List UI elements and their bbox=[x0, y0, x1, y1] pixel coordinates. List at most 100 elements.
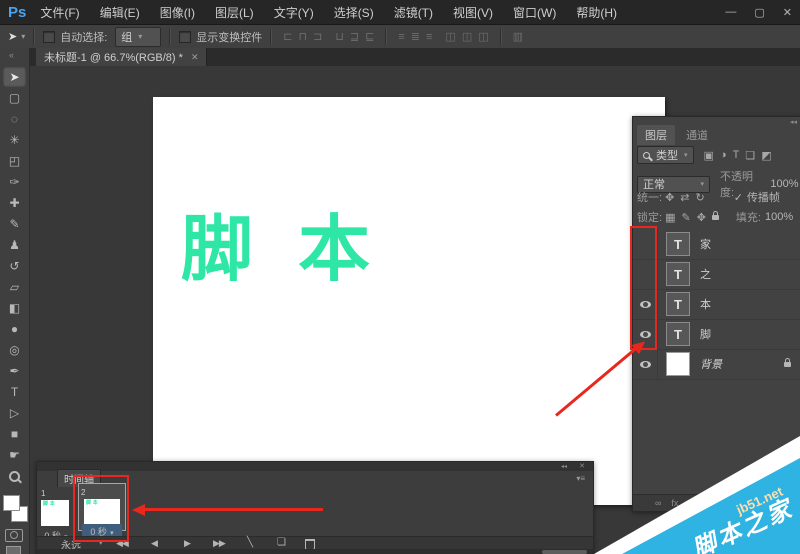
auto-select-checkbox[interactable] bbox=[43, 31, 55, 43]
screen-mode-button[interactable] bbox=[6, 546, 21, 554]
canvas-document[interactable]: 脚 本 bbox=[153, 97, 665, 505]
document-close-icon[interactable]: ✕ bbox=[191, 52, 199, 63]
tab-layers[interactable]: 图层 bbox=[637, 125, 675, 145]
show-transform-checkbox[interactable] bbox=[179, 31, 191, 43]
play-button[interactable]: ▶ bbox=[184, 538, 190, 549]
next-frame-button[interactable]: ▶▶ bbox=[213, 538, 225, 549]
show-transform-label: 显示变换控件 bbox=[196, 29, 262, 45]
fill-value[interactable]: 100% bbox=[765, 211, 793, 223]
lock-transparent-icon[interactable]: ▦ bbox=[665, 211, 675, 224]
menu-type[interactable]: 文字(Y) bbox=[274, 4, 314, 21]
text-layer-thumbnail[interactable]: T bbox=[666, 262, 690, 286]
propagate-frames-label: 传播帧 bbox=[747, 189, 780, 205]
layer-row-jia[interactable]: T 家 bbox=[633, 229, 800, 260]
quick-selection-tool[interactable]: ✳ bbox=[3, 130, 26, 150]
dodge-tool[interactable]: ◎ bbox=[3, 340, 26, 360]
options-bar: ➤ ▾ 自动选择: 组 ▾ 显示变换控件 ⊏ ⊓ ⊐ ⊔ ⊒ ⊑ ≡ ≣ ≡ ◫… bbox=[0, 25, 800, 49]
layer-row-zhi[interactable]: T 之 bbox=[633, 259, 800, 290]
menu-help[interactable]: 帮助(H) bbox=[576, 4, 617, 21]
path-selection-tool[interactable]: ▷ bbox=[3, 403, 26, 423]
filter-type-layers-icon[interactable]: T bbox=[733, 149, 740, 161]
tool-preset-arrow-icon[interactable]: ▾ bbox=[21, 32, 25, 41]
filter-smart-objects-icon[interactable]: ◩ bbox=[761, 149, 771, 162]
menu-image[interactable]: 图像(I) bbox=[160, 4, 195, 21]
chevron-down-icon: ▾ bbox=[138, 32, 142, 41]
menu-layer[interactable]: 图层(L) bbox=[215, 4, 254, 21]
fill-label: 填充: bbox=[736, 209, 761, 225]
text-layer-thumbnail[interactable]: T bbox=[666, 232, 690, 256]
lock-all-icon[interactable] bbox=[712, 215, 719, 220]
link-layers-icon[interactable]: ∞ bbox=[655, 498, 661, 508]
menu-file[interactable]: 文件(F) bbox=[40, 4, 79, 21]
unify-style-icon[interactable]: ↻ bbox=[696, 191, 705, 204]
collapse-panel-icon[interactable]: ◂◂ bbox=[561, 463, 567, 470]
collapse-tools-icon[interactable]: « bbox=[9, 50, 14, 60]
text-layer-thumbnail[interactable]: T bbox=[666, 322, 690, 346]
filter-pixel-layers-icon[interactable]: ▣ bbox=[704, 149, 714, 162]
zoom-tool[interactable] bbox=[3, 466, 26, 486]
eraser-tool[interactable]: ▱ bbox=[3, 277, 26, 297]
animation-frame-1[interactable]: 1 脚 本 0 秒 ▾ bbox=[41, 485, 71, 542]
layer-filter-dropdown[interactable]: 类型 ▾ bbox=[637, 146, 694, 164]
brush-tool[interactable]: ✎ bbox=[3, 214, 26, 234]
tab-channels[interactable]: 通道 bbox=[678, 125, 716, 145]
blur-tool[interactable]: ● bbox=[3, 319, 26, 339]
lock-pixels-icon[interactable]: ✎ bbox=[681, 211, 690, 224]
background-layer-thumbnail[interactable] bbox=[666, 352, 690, 376]
menu-view[interactable]: 视图(V) bbox=[453, 4, 493, 21]
type-tool[interactable]: T bbox=[3, 382, 26, 402]
lock-position-icon[interactable]: ✥ bbox=[697, 211, 706, 224]
crop-tool[interactable]: ◰ bbox=[3, 151, 26, 171]
propagate-check-icon[interactable]: ✓ bbox=[734, 191, 743, 204]
rectangular-marquee-tool[interactable]: ▢ bbox=[3, 88, 26, 108]
text-layer-thumbnail[interactable]: T bbox=[666, 292, 690, 316]
maximize-icon[interactable]: ▢ bbox=[754, 6, 764, 19]
minimize-icon[interactable]: — bbox=[725, 6, 736, 18]
align-right-edges-icon: ⊐ bbox=[313, 30, 322, 43]
menu-select[interactable]: 选择(S) bbox=[334, 4, 374, 21]
hand-tool[interactable]: ☛ bbox=[3, 445, 26, 465]
distribute-v-centers-icon: ≣ bbox=[411, 30, 420, 43]
menu-edit[interactable]: 编辑(E) bbox=[100, 4, 140, 21]
quick-mask-button[interactable] bbox=[5, 529, 23, 542]
align-left-edges-icon: ⊏ bbox=[283, 30, 292, 43]
auto-select-target-dropdown[interactable]: 组 ▾ bbox=[115, 27, 161, 47]
history-brush-tool[interactable]: ↺ bbox=[3, 256, 26, 276]
menu-filter[interactable]: 滤镜(T) bbox=[394, 4, 433, 21]
unify-visibility-icon[interactable]: ⇄ bbox=[680, 191, 689, 204]
pen-tool[interactable]: ✒ bbox=[3, 361, 26, 381]
close-panel-icon[interactable]: ✕ bbox=[579, 462, 585, 470]
menu-bar: Ps 文件(F) 编辑(E) 图像(I) 图层(L) 文字(Y) 选择(S) 滤… bbox=[0, 0, 800, 25]
filter-shape-layers-icon[interactable]: ❏ bbox=[745, 149, 755, 162]
spot-healing-tool[interactable]: ✚ bbox=[3, 193, 26, 213]
layer-row-jiao[interactable]: T 脚 bbox=[633, 319, 800, 350]
align-top-edges-icon: ⊔ bbox=[335, 30, 344, 43]
gradient-tool[interactable]: ◧ bbox=[3, 298, 26, 318]
clone-stamp-tool[interactable]: ♟ bbox=[3, 235, 26, 255]
align-h-centers-icon: ⊓ bbox=[299, 30, 308, 43]
layer-row-background[interactable]: 背景 bbox=[633, 349, 800, 380]
move-tool[interactable]: ➤ bbox=[3, 67, 26, 87]
panel-menu-icon[interactable]: ▾≡ bbox=[576, 474, 585, 483]
unify-position-icon[interactable]: ✥ bbox=[665, 191, 674, 204]
distribute-top-icon: ≡ bbox=[398, 31, 404, 43]
duplicate-frame-button[interactable]: ❏ bbox=[277, 537, 285, 548]
menu-window[interactable]: 窗口(W) bbox=[513, 4, 556, 21]
eyedropper-tool[interactable]: ✑ bbox=[3, 172, 26, 192]
document-tab[interactable]: 未标题-1 @ 66.7%(RGB/8) * ✕ bbox=[36, 48, 207, 66]
foreground-color-swatch[interactable] bbox=[3, 495, 20, 511]
close-icon[interactable]: ✕ bbox=[783, 6, 792, 19]
lasso-tool[interactable]: ◌ bbox=[3, 109, 26, 129]
frame-thumbnail[interactable]: 脚 本 bbox=[41, 500, 69, 526]
layer-visibility-toggle[interactable] bbox=[633, 349, 658, 379]
rectangle-shape-tool[interactable]: ■ bbox=[3, 424, 26, 444]
eye-icon bbox=[640, 361, 651, 368]
filter-adjustment-layers-icon[interactable]: ◑ bbox=[720, 149, 727, 161]
annotation-rect-eye-column bbox=[630, 226, 657, 350]
tween-button[interactable]: ╲ bbox=[247, 537, 252, 548]
layer-row-ben[interactable]: T 本 bbox=[633, 289, 800, 320]
distribute-h-centers-icon: ◫ bbox=[462, 30, 472, 43]
scrollbar-thumb[interactable] bbox=[542, 550, 587, 554]
previous-frame-button[interactable]: ◀ bbox=[151, 538, 157, 549]
timeline-scrollbar[interactable] bbox=[37, 549, 593, 554]
